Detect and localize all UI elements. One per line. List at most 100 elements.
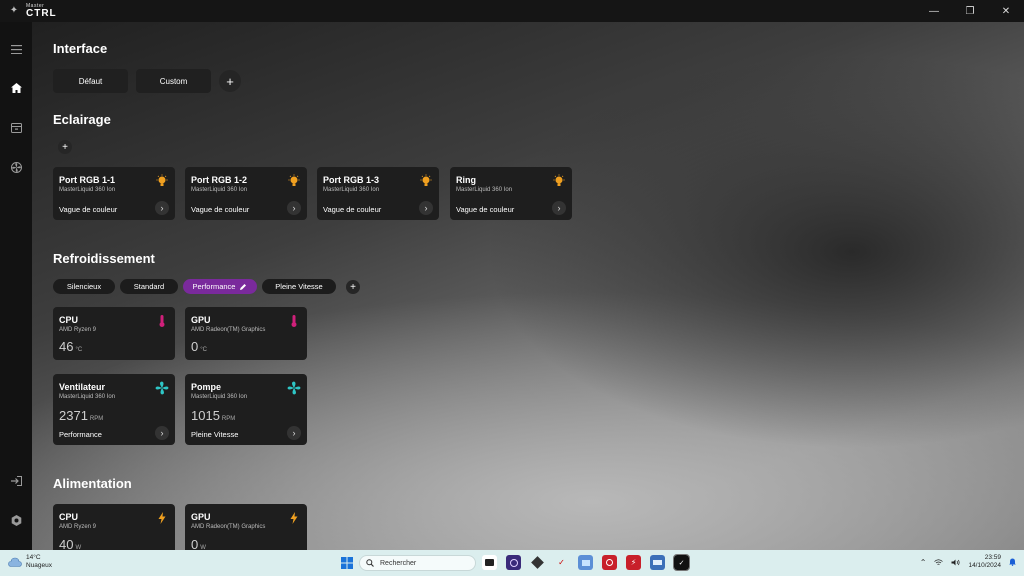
device-icon[interactable] bbox=[0, 118, 32, 138]
title-bar: ✦ Master CTRL — ❐ ✕ bbox=[0, 0, 1024, 22]
fan-icon bbox=[287, 381, 301, 395]
main-content: Interface Défaut Custom + Eclairage + Po… bbox=[32, 22, 1024, 550]
temp-card-gpu: GPU AMD Radeon(TM) Graphics 0 °C bbox=[185, 307, 307, 360]
weather-desc: Nuageux bbox=[26, 562, 53, 570]
profile-default-button[interactable]: Défaut bbox=[53, 69, 128, 93]
card-subtitle: MasterLiquid 360 Ion bbox=[191, 187, 248, 193]
app-icon-bolt[interactable]: ⚡ bbox=[626, 555, 641, 570]
home-icon[interactable] bbox=[0, 78, 32, 98]
lightning-icon bbox=[158, 512, 166, 524]
power-card-cpu: CPU AMD Ryzen 9 40 W bbox=[53, 504, 175, 550]
chevron-right-icon[interactable]: › bbox=[155, 201, 169, 215]
volume-icon[interactable] bbox=[951, 559, 960, 566]
card-subtitle: MasterLiquid 360 Ion bbox=[323, 187, 380, 193]
mode-pleine-vitesse[interactable]: Pleine Vitesse bbox=[262, 279, 336, 294]
card-subtitle: MasterLiquid 360 Ion bbox=[59, 187, 116, 193]
app-icon-check[interactable]: ✓ bbox=[554, 555, 569, 570]
taskbar-search[interactable]: Rechercher bbox=[359, 555, 476, 571]
weather-widget[interactable]: 14°C Nuageux bbox=[8, 554, 52, 571]
clock[interactable]: 23:59 14/10/2024 bbox=[968, 554, 1001, 571]
mode-silencieux[interactable]: Silencieux bbox=[53, 279, 115, 294]
login-icon[interactable] bbox=[0, 471, 32, 491]
clock-date: 14/10/2024 bbox=[968, 562, 1001, 570]
app-icon-red[interactable] bbox=[602, 555, 617, 570]
chevron-right-icon[interactable]: › bbox=[552, 201, 566, 215]
chevron-right-icon[interactable]: › bbox=[287, 426, 301, 440]
alimentation-title: Alimentation bbox=[53, 476, 132, 491]
pump-rpm-value: 1015 RPM bbox=[191, 408, 236, 423]
mode-label: Performance bbox=[192, 282, 236, 291]
fan-nav-icon[interactable] bbox=[0, 157, 32, 177]
cloud-icon bbox=[8, 558, 22, 568]
chevron-right-icon[interactable]: › bbox=[287, 201, 301, 215]
card-title: Ventilateur bbox=[59, 382, 106, 392]
temp-value: 46 °C bbox=[59, 339, 83, 354]
wifi-icon[interactable] bbox=[934, 559, 944, 566]
close-button[interactable]: ✕ bbox=[988, 0, 1024, 22]
add-mode-button[interactable]: + bbox=[346, 280, 360, 294]
card-effect: Vague de couleur bbox=[59, 205, 118, 214]
lighting-card-rgb-1-1[interactable]: Port RGB 1-1 MasterLiquid 360 Ion Vague … bbox=[53, 167, 175, 220]
add-profile-button[interactable]: + bbox=[219, 70, 241, 92]
edit-pencil-icon[interactable] bbox=[239, 283, 247, 291]
interface-title: Interface bbox=[53, 41, 108, 56]
thermometer-icon bbox=[159, 315, 165, 327]
app-logo: ✦ Master CTRL bbox=[8, 3, 57, 19]
search-icon bbox=[366, 559, 374, 567]
windows-start-icon[interactable] bbox=[339, 555, 354, 570]
masterctrl-taskbar-icon[interactable]: ✓ bbox=[673, 554, 690, 571]
card-title: Pompe bbox=[191, 382, 222, 392]
file-explorer-icon[interactable] bbox=[482, 555, 497, 570]
temp-card-cpu: CPU AMD Ryzen 9 46 °C bbox=[53, 307, 175, 360]
card-subtitle: MasterLiquid 360 Ion bbox=[59, 394, 116, 400]
card-title: CPU bbox=[59, 315, 79, 325]
app-icon-photos[interactable] bbox=[578, 555, 593, 570]
fan-card-pompe[interactable]: Pompe MasterLiquid 360 Ion 1015 RPM Plein… bbox=[185, 374, 307, 445]
card-title: Port RGB 1-2 bbox=[191, 175, 248, 185]
card-effect: Vague de couleur bbox=[191, 205, 250, 214]
power-value: 0W bbox=[191, 537, 206, 550]
fan-card-ventilateur[interactable]: Ventilateur MasterLiquid 360 Ion 2371 RPM… bbox=[53, 374, 175, 445]
app-icon-landscape[interactable] bbox=[650, 555, 665, 570]
power-card-gpu: GPU AMD Radeon(TM) Graphics 0W bbox=[185, 504, 307, 550]
pump-mode: Pleine Vitesse bbox=[191, 430, 239, 439]
taskbar: 14°C Nuageux Rechercher ✓ ⚡ ✓ ⌃ 23:59 14… bbox=[0, 550, 1024, 576]
settings-icon[interactable] bbox=[0, 510, 32, 530]
add-lighting-button[interactable]: + bbox=[58, 140, 72, 154]
minimize-button[interactable]: — bbox=[916, 0, 952, 22]
search-placeholder: Rechercher bbox=[380, 559, 417, 567]
fan-mode: Performance bbox=[59, 430, 102, 439]
thermometer-icon bbox=[291, 315, 297, 327]
eclairage-title: Eclairage bbox=[53, 112, 111, 127]
fan-icon bbox=[155, 381, 169, 395]
notification-bell-icon[interactable] bbox=[1009, 558, 1016, 567]
logo-big-text: CTRL bbox=[26, 7, 57, 19]
fan-rpm-value: 2371 RPM bbox=[59, 408, 104, 423]
temp-value: 0 °C bbox=[191, 339, 207, 354]
bulb-icon bbox=[420, 174, 432, 186]
mode-performance[interactable]: Performance bbox=[183, 279, 257, 294]
lighting-card-rgb-1-3[interactable]: Port RGB 1-3 MasterLiquid 360 Ion Vague … bbox=[317, 167, 439, 220]
lighting-card-rgb-1-2[interactable]: Port RGB 1-2 MasterLiquid 360 Ion Vague … bbox=[185, 167, 307, 220]
profile-custom-button[interactable]: Custom bbox=[136, 69, 211, 93]
sidebar bbox=[0, 22, 32, 550]
mode-standard[interactable]: Standard bbox=[120, 279, 178, 294]
card-subtitle: AMD Ryzen 9 bbox=[59, 524, 97, 530]
card-title: CPU bbox=[59, 512, 79, 522]
app-icon-purple[interactable] bbox=[506, 555, 521, 570]
bulb-icon bbox=[553, 174, 565, 186]
chevron-right-icon[interactable]: › bbox=[155, 426, 169, 440]
maximize-button[interactable]: ❐ bbox=[952, 0, 988, 22]
power-value: 40 W bbox=[59, 537, 82, 550]
chevron-up-icon[interactable]: ⌃ bbox=[920, 558, 927, 567]
card-subtitle: AMD Radeon(TM) Graphics bbox=[191, 327, 266, 333]
logo-icon: ✦ bbox=[9, 5, 19, 16]
chevron-right-icon[interactable]: › bbox=[419, 201, 433, 215]
card-title: Ring bbox=[456, 175, 476, 185]
menu-icon[interactable] bbox=[0, 39, 32, 59]
clock-time: 23:59 bbox=[984, 554, 1001, 561]
bulb-icon bbox=[288, 174, 300, 186]
app-icon-cube[interactable] bbox=[530, 555, 545, 570]
refroidissement-title: Refroidissement bbox=[53, 251, 155, 266]
lighting-card-ring[interactable]: Ring MasterLiquid 360 Ion Vague de coule… bbox=[450, 167, 572, 220]
